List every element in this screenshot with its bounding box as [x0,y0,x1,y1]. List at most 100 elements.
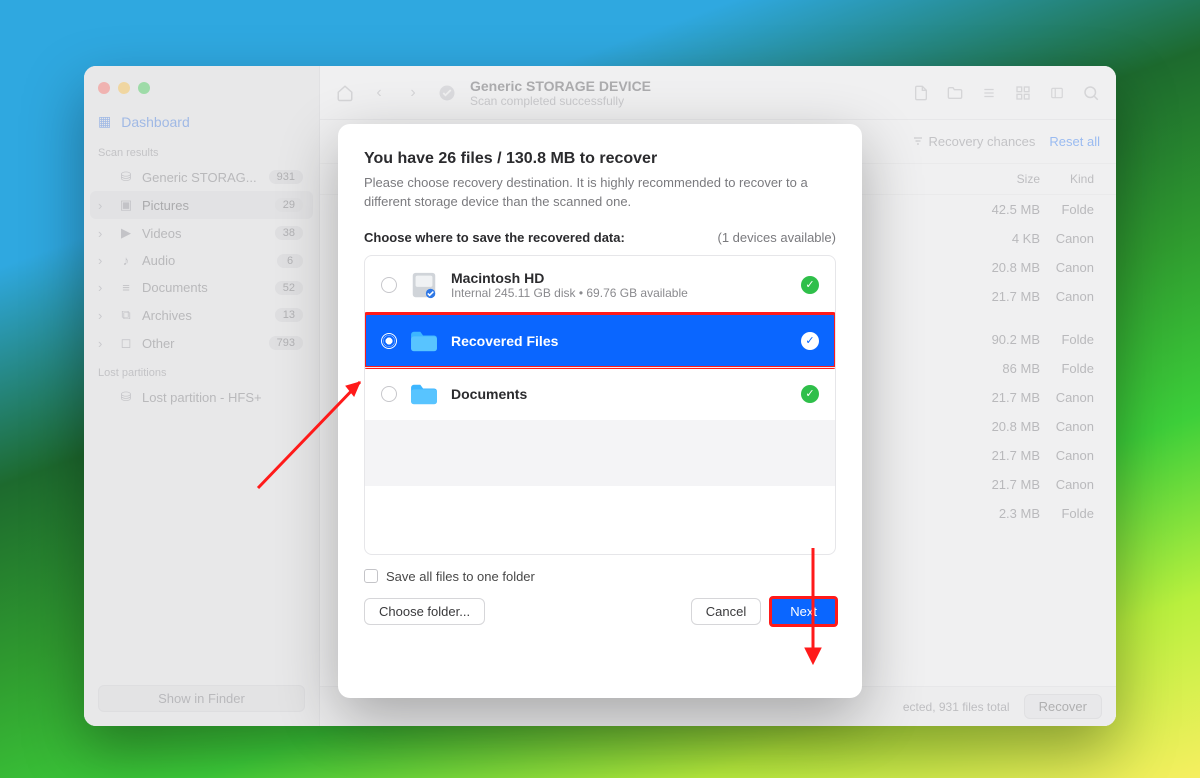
new-file-icon[interactable] [910,82,932,104]
modal-actions: Choose folder... Cancel Next [364,598,836,625]
checkbox-unchecked-icon[interactable] [364,569,378,583]
documents-icon [118,280,134,295]
radio-checked-icon[interactable] [381,333,397,349]
drive-icon [118,169,134,185]
minimize-window-button[interactable] [118,82,130,94]
save-all-checkbox-row[interactable]: Save all files to one folder [364,569,836,584]
cell-size: 42.5 MB [930,202,1040,217]
sidebar-item-audio[interactable]: › Audio 6 [90,247,313,274]
destination-documents[interactable]: Documents ✓ [365,367,835,420]
destination-name: Recovered Files [451,333,558,349]
folder-icon[interactable] [944,82,966,104]
recover-button[interactable]: Recover [1024,694,1102,719]
cell-size: 21.7 MB [930,289,1040,304]
cell-size: 4 KB [930,231,1040,246]
zoom-window-button[interactable] [138,82,150,94]
internal-disk-icon [409,270,439,300]
cell-kind: Canon [1040,390,1100,405]
other-icon [118,335,134,351]
sidebar-item-lost-partition[interactable]: › Lost partition - HFS+ [90,383,313,411]
forward-icon[interactable]: › [402,82,424,104]
cell-kind: Canon [1040,289,1100,304]
chevron-right-icon: › [98,226,110,241]
cancel-button[interactable]: Cancel [691,598,761,625]
choose-destination-label: Choose where to save the recovered data: [364,230,625,245]
column-kind[interactable]: Kind [1040,172,1100,186]
folder-icon [409,329,439,353]
count-badge: 6 [277,254,303,268]
cell-kind: Canon [1040,448,1100,463]
archives-icon [118,307,134,323]
chevron-right-icon: › [98,198,110,213]
column-size[interactable]: Size [930,172,1040,186]
cell-size: 86 MB [930,361,1040,376]
cell-size: 20.8 MB [930,419,1040,434]
chevron-right-icon: › [98,280,110,295]
page-subtitle: Scan completed successfully [470,94,651,108]
sidebar-toggle-icon[interactable] [1046,82,1068,104]
window-controls [84,76,319,106]
cell-size: 90.2 MB [930,332,1040,347]
chevron-right-icon: › [98,253,110,268]
videos-icon [118,225,134,241]
list-view-icon[interactable] [978,82,1000,104]
devices-available-label: (1 devices available) [717,230,836,245]
sidebar-item-device[interactable]: › Generic STORAG... 931 [90,163,313,191]
destination-name: Macintosh HD [451,270,688,286]
recovery-chances-filter[interactable]: Recovery chances [911,134,1036,149]
show-in-finder-button[interactable]: Show in Finder [98,685,305,712]
sidebar-item-dashboard[interactable]: Dashboard [84,106,319,137]
modal-title: You have 26 files / 130.8 MB to recover [364,150,836,168]
cell-kind: Folde [1040,506,1100,521]
cell-size: 20.8 MB [930,260,1040,275]
cell-size: 21.7 MB [930,448,1040,463]
pictures-icon [118,197,134,213]
grid-view-icon[interactable] [1012,82,1034,104]
destination-empty-slot [365,486,835,554]
choose-folder-button[interactable]: Choose folder... [364,598,485,625]
modal-description: Please choose recovery destination. It i… [364,174,836,212]
count-badge: 29 [275,198,303,212]
sidebar-item-videos[interactable]: › Videos 38 [90,219,313,247]
sidebar-item-label: Lost partition - HFS+ [142,390,303,405]
destination-macintosh-hd[interactable]: Macintosh HD Internal 245.11 GB disk • 6… [365,256,835,314]
back-icon[interactable]: ‹ [368,82,390,104]
grid-icon [98,113,111,130]
recovery-destination-modal: You have 26 files / 130.8 MB to recover … [338,124,862,698]
destination-name: Documents [451,386,527,402]
status-check-icon [436,82,458,104]
dashboard-label: Dashboard [121,114,190,130]
home-icon[interactable] [334,82,356,104]
drive-icon [118,389,134,405]
sidebar-item-label: Documents [142,280,267,295]
checkmark-icon: ✓ [801,332,819,350]
cell-kind: Canon [1040,231,1100,246]
count-badge: 38 [275,226,303,240]
cell-size: 21.7 MB [930,477,1040,492]
close-window-button[interactable] [98,82,110,94]
save-all-label: Save all files to one folder [386,569,535,584]
cell-kind: Folde [1040,361,1100,376]
sidebar-item-label: Archives [142,308,267,323]
toolbar-title-block: Generic STORAGE DEVICE Scan completed su… [470,78,651,108]
radio-unchecked-icon[interactable] [381,277,397,293]
radio-unchecked-icon[interactable] [381,386,397,402]
next-button[interactable]: Next [771,598,836,625]
recovery-chances-label: Recovery chances [928,134,1035,149]
count-badge: 13 [275,308,303,322]
sidebar-item-documents[interactable]: › Documents 52 [90,274,313,301]
audio-icon [118,253,134,268]
sidebar-item-label: Pictures [142,198,267,213]
destination-list: Macintosh HD Internal 245.11 GB disk • 6… [364,255,836,555]
reset-all-button[interactable]: Reset all [1049,134,1100,149]
sidebar-item-archives[interactable]: › Archives 13 [90,301,313,329]
search-icon[interactable] [1080,82,1102,104]
destination-recovered-files[interactable]: Recovered Files ✓ [365,314,835,367]
sidebar-item-label: Audio [142,253,269,268]
sidebar-item-pictures[interactable]: › Pictures 29 [90,191,313,219]
sidebar-item-other[interactable]: › Other 793 [90,329,313,357]
destination-empty-slot [365,420,835,486]
cell-size: 2.3 MB [930,506,1040,521]
sidebar-item-label: Videos [142,226,267,241]
checkmark-icon: ✓ [801,276,819,294]
